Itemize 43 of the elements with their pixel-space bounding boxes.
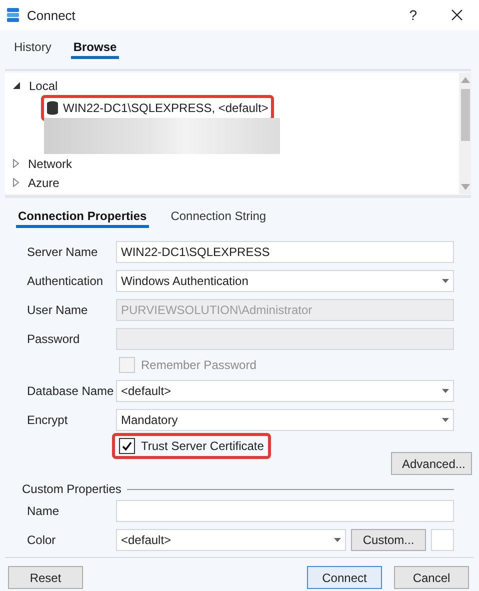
advanced-button[interactable]: Advanced... <box>391 452 472 475</box>
dropdown[interactable]: Mandatory <box>116 409 454 431</box>
tree-item[interactable]: Local <box>29 78 58 92</box>
close-icon[interactable] <box>451 9 463 21</box>
tab[interactable]: Browse <box>71 37 119 59</box>
tab[interactable]: Connection String <box>168 206 268 228</box>
field-label: Authentication <box>27 274 104 288</box>
caret-icon <box>442 279 449 283</box>
tree-item[interactable]: Network <box>28 156 72 170</box>
window-title: Connect <box>27 8 76 22</box>
field-label: Server Name <box>27 245 99 259</box>
dialog-button[interactable]: Reset <box>8 566 83 589</box>
scrollbar[interactable] <box>459 73 471 194</box>
checkbox[interactable] <box>119 438 135 454</box>
input-field[interactable] <box>116 500 454 522</box>
tab[interactable]: History <box>12 37 54 59</box>
field-label: Encrypt <box>27 413 69 427</box>
dialog-button[interactable]: Connect <box>307 566 382 589</box>
field-label: User Name <box>27 303 89 317</box>
scroll-up-icon[interactable] <box>460 77 470 83</box>
scroll-down-icon[interactable] <box>460 184 470 190</box>
input-field[interactable]: WIN22-DC1\SQLEXPRESS <box>116 241 454 263</box>
app-logo-icon <box>7 8 19 22</box>
dropdown[interactable]: <default> <box>116 380 454 402</box>
help-button[interactable]: ? <box>409 7 417 23</box>
tab[interactable]: Connection Properties <box>16 206 149 228</box>
tree-item[interactable]: Azure <box>28 176 60 190</box>
color-swatch[interactable] <box>431 529 454 551</box>
field-label: Password <box>27 332 81 346</box>
custom-button[interactable]: Custom... <box>351 529 426 551</box>
database-icon <box>47 101 58 115</box>
field-label: Database Name <box>27 384 115 398</box>
caret-icon <box>442 418 449 422</box>
expander-icon[interactable] <box>13 82 20 89</box>
dropdown[interactable]: Windows Authentication <box>116 270 454 292</box>
dropdown[interactable]: <default> <box>116 529 346 551</box>
section-title: Custom Properties <box>22 482 122 496</box>
caret-icon <box>334 538 341 542</box>
field-label: Color <box>27 533 57 547</box>
caret-icon <box>442 389 449 393</box>
checkbox-label[interactable]: Trust Server Certificate <box>141 439 264 453</box>
dialog-button[interactable]: Cancel <box>394 566 469 589</box>
field-label: Name <box>27 504 60 518</box>
